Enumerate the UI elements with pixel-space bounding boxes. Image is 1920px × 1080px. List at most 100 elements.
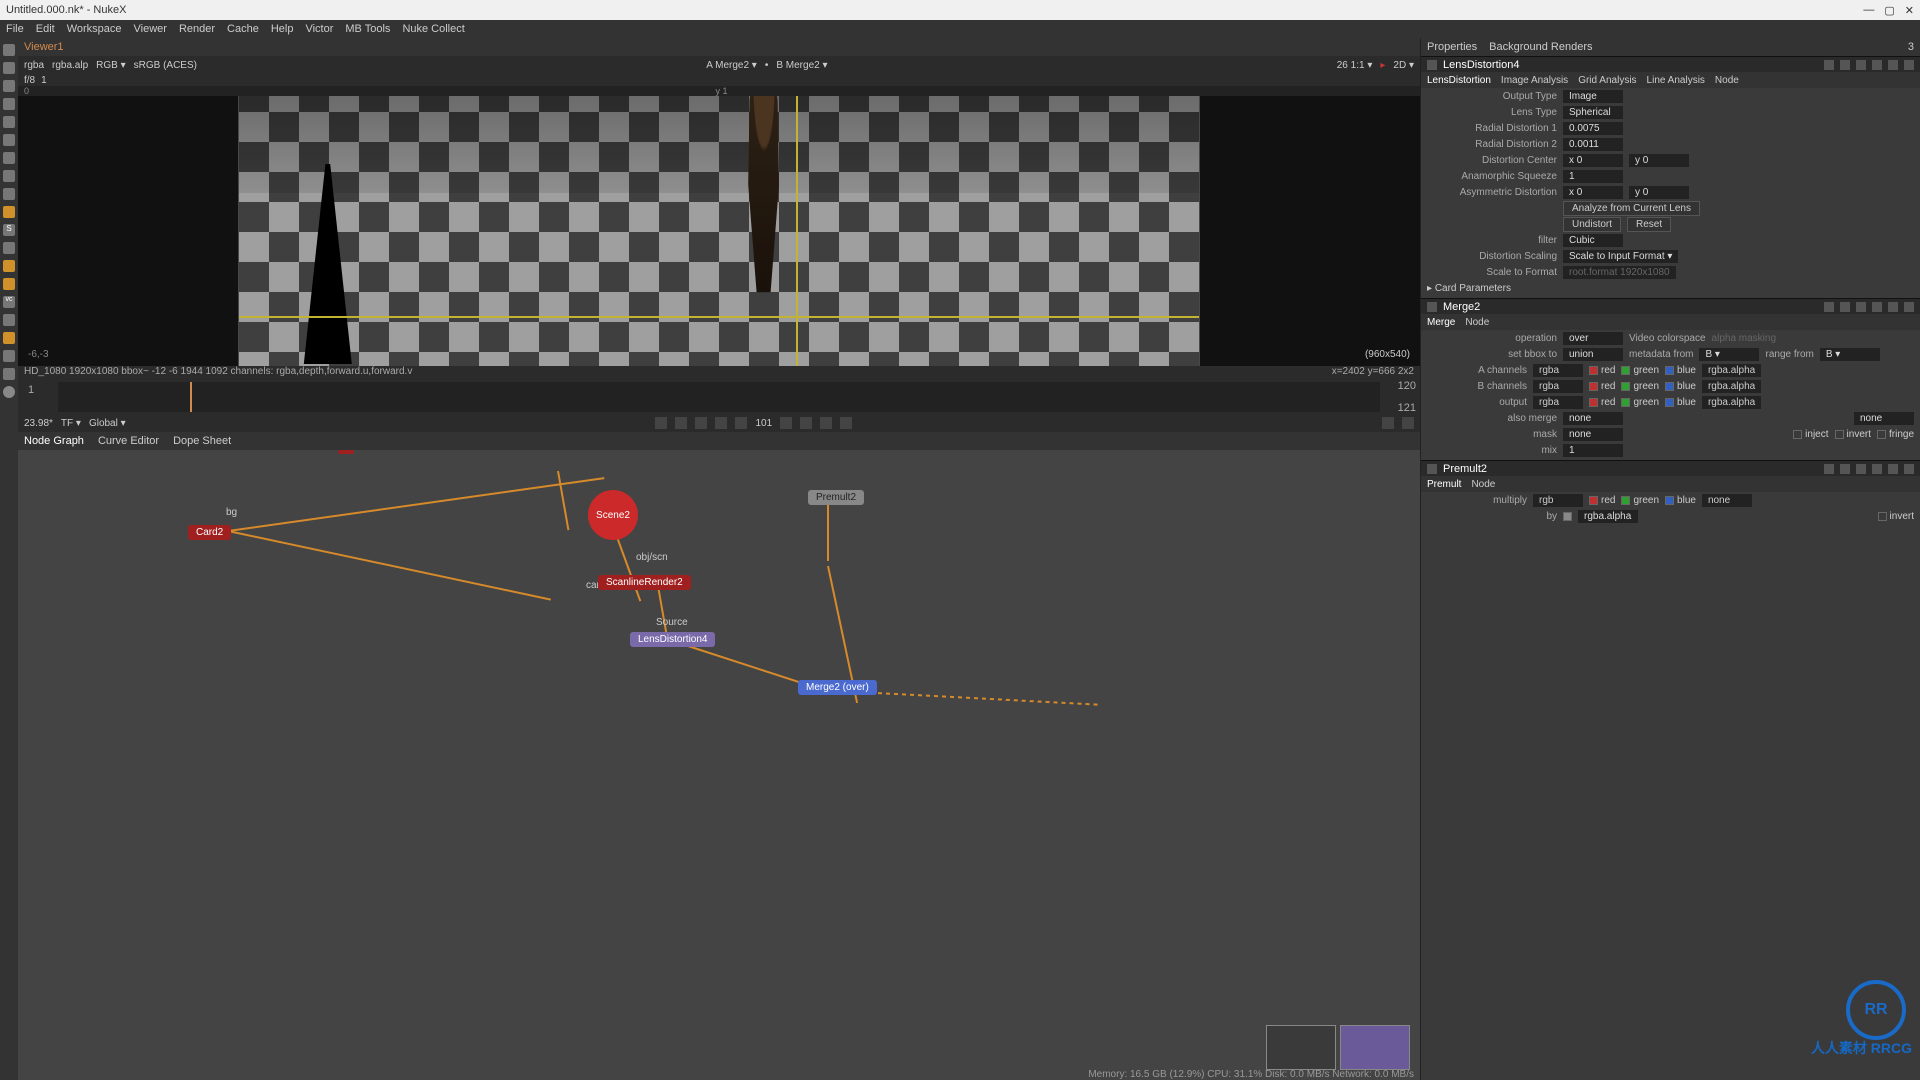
menu-help[interactable]: Help <box>271 23 294 35</box>
tool-icon[interactable] <box>3 278 15 290</box>
b-green-check[interactable]: green <box>1621 381 1659 392</box>
panel-icon[interactable] <box>1888 60 1898 70</box>
dc-y-input[interactable]: y 0 <box>1629 154 1689 167</box>
last-frame-button[interactable] <box>840 417 852 429</box>
panel-icon[interactable] <box>1856 60 1866 70</box>
inject-check[interactable]: inject <box>1793 429 1828 440</box>
output-type-select[interactable]: Image <box>1563 90 1623 103</box>
out-red-check[interactable]: red <box>1589 397 1615 408</box>
menu-nukecollect[interactable]: Nuke Collect <box>402 23 464 35</box>
node-lensdistortion[interactable]: LensDistortion4 <box>630 632 715 647</box>
tool-icon[interactable] <box>3 116 15 128</box>
operation-select[interactable]: over <box>1563 332 1623 345</box>
menu-edit[interactable]: Edit <box>36 23 55 35</box>
filter-select[interactable]: Cubic <box>1563 234 1623 247</box>
also-merge2-select[interactable]: none <box>1854 412 1914 425</box>
a-alpha-select[interactable]: rgba.alpha <box>1702 364 1761 377</box>
p-red-check[interactable]: red <box>1589 495 1615 506</box>
close-icon[interactable] <box>1904 60 1914 70</box>
tab-bg-renders[interactable]: Background Renders <box>1489 41 1592 53</box>
close-icon[interactable] <box>1904 302 1914 312</box>
panel-icon[interactable] <box>1840 464 1850 474</box>
tool-icon[interactable] <box>3 206 15 218</box>
tool-icon[interactable]: vc <box>3 296 15 308</box>
panel-icon[interactable] <box>1824 464 1834 474</box>
tab-line-analysis[interactable]: Line Analysis <box>1647 75 1705 86</box>
maximize-button[interactable]: ▢ <box>1884 4 1894 17</box>
tab-dope[interactable]: Dope Sheet <box>173 435 231 447</box>
minimap[interactable] <box>1266 1025 1410 1070</box>
stop-button[interactable] <box>735 417 747 429</box>
first-frame-button[interactable] <box>655 417 667 429</box>
out-alpha-select[interactable]: rgba.alpha <box>1702 396 1761 409</box>
panel-icon[interactable] <box>1840 60 1850 70</box>
menu-cache[interactable]: Cache <box>227 23 259 35</box>
range-select[interactable]: B ▾ <box>1820 348 1880 361</box>
tool-icon[interactable] <box>3 170 15 182</box>
tab-node[interactable]: Node <box>1471 479 1495 490</box>
rgb-select[interactable]: RGB ▾ <box>96 60 125 71</box>
tab-image-analysis[interactable]: Image Analysis <box>1501 75 1568 86</box>
b-blue-check[interactable]: blue <box>1665 381 1696 392</box>
tab-viewer1[interactable]: Viewer1 <box>24 41 64 53</box>
asym-x-input[interactable]: x 0 <box>1563 186 1623 199</box>
proxy-display[interactable]: 26 1:1 ▾ <box>1337 60 1373 71</box>
node-premult[interactable]: Premult2 <box>808 490 864 505</box>
viewer[interactable]: -6,-3 (960x540) <box>18 96 1420 366</box>
disclosure-icon[interactable] <box>1427 302 1437 312</box>
by-select[interactable]: rgba.alpha <box>1578 510 1638 523</box>
rd2-input[interactable]: 0.0011 <box>1563 138 1623 151</box>
panel-icon[interactable] <box>1872 60 1882 70</box>
range-button[interactable] <box>1402 417 1414 429</box>
lut-select[interactable]: sRGB (ACES) <box>134 60 197 71</box>
b-channels-select[interactable]: rgba <box>1533 380 1583 393</box>
undistort-button[interactable]: Undistort <box>1563 217 1621 232</box>
tab-lensdistortion[interactable]: LensDistortion <box>1427 75 1491 86</box>
fstop-value[interactable]: 1 <box>41 75 47 86</box>
node-scene[interactable]: Scene2 <box>588 490 638 540</box>
menu-file[interactable]: File <box>6 23 24 35</box>
reset-button[interactable]: Reset <box>1627 217 1671 232</box>
tool-icon[interactable] <box>3 386 15 398</box>
rd1-input[interactable]: 0.0075 <box>1563 122 1623 135</box>
tool-icon[interactable] <box>3 62 15 74</box>
tab-grid-analysis[interactable]: Grid Analysis <box>1578 75 1636 86</box>
panel-header-lens[interactable]: LensDistortion4 <box>1421 56 1920 72</box>
tab-node[interactable]: Node <box>1465 317 1489 328</box>
current-frame[interactable]: 101 <box>755 418 772 429</box>
invert-check[interactable]: invert <box>1878 511 1914 522</box>
tool-icon[interactable] <box>3 314 15 326</box>
mask-select[interactable]: none <box>1563 428 1623 441</box>
timeline-track[interactable]: 120 121 1 <box>58 382 1380 412</box>
squeeze-input[interactable]: 1 <box>1563 170 1623 183</box>
menu-viewer[interactable]: Viewer <box>134 23 167 35</box>
a-green-check[interactable]: green <box>1621 365 1659 376</box>
tool-icon[interactable] <box>3 332 15 344</box>
invert-check[interactable]: invert <box>1835 429 1871 440</box>
multiply-select[interactable]: rgb <box>1533 494 1583 507</box>
panel-icon[interactable] <box>1872 464 1882 474</box>
b-alpha-select[interactable]: rgba.alpha <box>1702 380 1761 393</box>
metadata-select[interactable]: B ▾ <box>1699 348 1759 361</box>
tool-icon[interactable] <box>3 98 15 110</box>
disclosure-icon[interactable] <box>1427 60 1437 70</box>
tf-select[interactable]: TF ▾ <box>61 418 81 429</box>
panel-header-premult[interactable]: Premult2 <box>1421 460 1920 476</box>
next-key-button[interactable] <box>820 417 832 429</box>
prev-frame-button[interactable] <box>695 417 707 429</box>
play-button[interactable] <box>780 417 792 429</box>
panel-icon[interactable] <box>1840 302 1850 312</box>
panel-icon[interactable] <box>1888 464 1898 474</box>
tab-properties[interactable]: Properties <box>1427 41 1477 53</box>
panel-header-merge[interactable]: Merge2 <box>1421 298 1920 314</box>
node-top[interactable] <box>338 450 354 454</box>
tab-node[interactable]: Node <box>1715 75 1739 86</box>
tab-merge[interactable]: Merge <box>1427 317 1455 328</box>
close-icon[interactable] <box>1904 464 1914 474</box>
tool-icon[interactable] <box>3 134 15 146</box>
out-green-check[interactable]: green <box>1621 397 1659 408</box>
tool-icon[interactable] <box>3 350 15 362</box>
dist-scaling-select[interactable]: Scale to Input Format ▾ <box>1563 250 1678 263</box>
tab-nodegraph[interactable]: Node Graph <box>24 435 84 447</box>
loop-button[interactable] <box>1382 417 1394 429</box>
